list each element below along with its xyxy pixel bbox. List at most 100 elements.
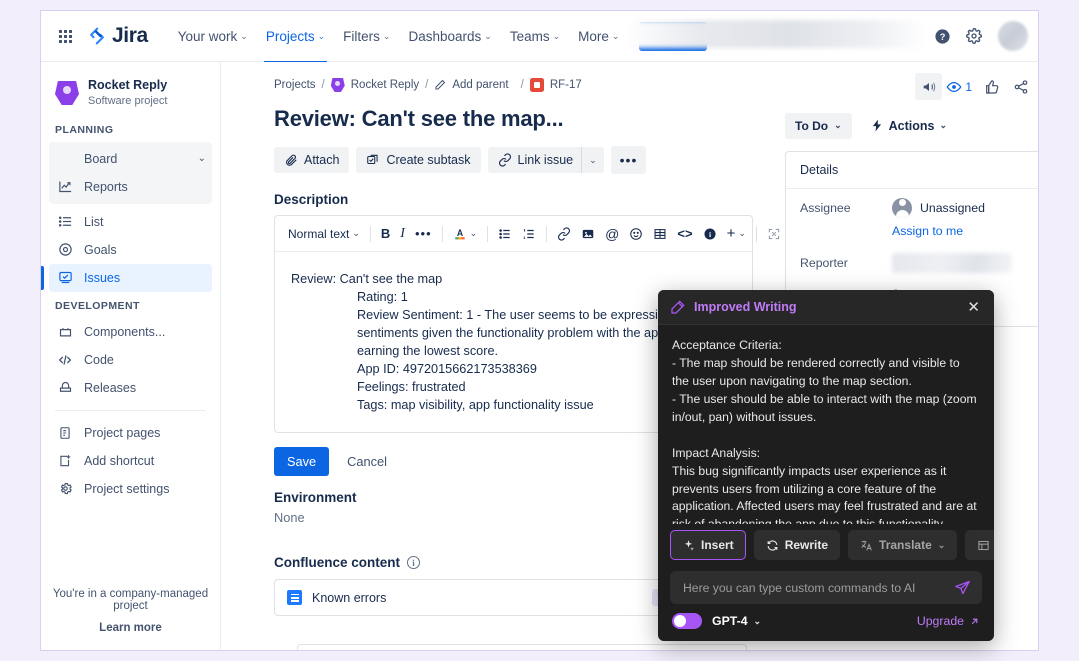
insert-button[interactable]: Insert [670,530,746,560]
reporter-value[interactable] [892,253,1012,273]
cancel-button[interactable]: Cancel [337,447,397,476]
create-subtask-button[interactable]: Create subtask [356,147,481,173]
help-icon[interactable]: ? [928,22,956,50]
sidebar-item-project-pages[interactable]: Project pages [49,419,212,447]
nav-filters[interactable]: Filters ⌄ [335,23,398,50]
sidebar-item-code[interactable]: Code [49,346,212,374]
status-badge[interactable]: To Do ⌄ [785,112,852,139]
link-button[interactable] [552,223,576,245]
sidebar-item-issues[interactable]: Issues [41,263,212,292]
bullet-list-icon [498,227,512,241]
sidebar-item-goals[interactable]: Goals [49,236,212,264]
jira-home-logo[interactable]: Jira [83,22,152,50]
close-icon[interactable]: ✕ [965,300,982,315]
add-comment-row: RL Add a comment... Pro tip: press M to … [258,644,1038,650]
assign-to-me-link[interactable]: Assign to me [892,224,963,238]
translate-button[interactable]: Translate ⌄ [848,530,958,560]
templates-button[interactable]: Templates ⌄ [965,530,994,560]
pages-icon [57,425,73,441]
issue-details-panel: 1 ••• To Do ⌄ Actions ⌄ [785,73,1038,327]
sidebar-item-releases[interactable]: Releases [49,374,212,402]
bold-button[interactable]: B [376,222,395,245]
breadcrumb-project[interactable]: Rocket Reply [351,79,419,91]
nav-teams[interactable]: Teams ⌄ [502,23,568,50]
more-formatting-button[interactable]: ••• [410,222,437,245]
releases-icon [57,380,73,396]
settings-icon[interactable] [960,22,988,50]
sidebar-item-code-label: Code [84,352,114,367]
text-style-dropdown[interactable]: Normal text ⌄ [283,223,365,245]
toolbar-divider [369,225,371,242]
italic-button[interactable]: I [395,222,410,246]
share-icon[interactable] [1007,73,1034,100]
global-search-field[interactable] [626,20,926,48]
rewrite-button[interactable]: Rewrite [753,530,841,560]
ai-command-input[interactable] [681,579,954,596]
link-issue-button[interactable]: Link issue [487,147,582,173]
toolbar-divider [546,225,548,242]
actions-button[interactable]: Actions ⌄ [864,112,953,139]
nav-more[interactable]: More ⌄ [570,23,627,50]
thumbs-up-icon[interactable] [978,73,1005,100]
fullscreen-button[interactable] [762,223,786,245]
breadcrumb-projects[interactable]: Projects [274,79,316,91]
sidebar-item-reports-label: Reports [84,179,128,194]
model-selector[interactable]: GPT-4 ⌄ [712,614,761,628]
save-button[interactable]: Save [274,447,330,477]
assignee-value[interactable]: Unassigned [892,198,1038,218]
chevron-down-icon: ⌄ [469,228,478,238]
link-issue-dropdown-button[interactable]: ⌄ [581,147,604,173]
upgrade-link[interactable]: Upgrade [917,614,980,628]
mention-button[interactable]: @ [600,222,624,246]
sidebar-item-list-label: List [84,214,104,229]
emoji-button[interactable] [624,223,648,245]
issue-more-actions-button[interactable]: ••• [610,146,647,174]
confluence-page-icon [287,590,302,606]
nav-projects[interactable]: Projects ⌄ [258,23,333,63]
comment-input[interactable]: Add a comment... [297,644,747,650]
info-panel-button[interactable]: i [698,223,722,245]
info-icon[interactable]: i [407,556,421,570]
expand-icon [767,227,781,241]
table-button[interactable] [648,223,672,245]
bullet-list-button[interactable] [493,223,517,245]
details-card-header[interactable]: Details ⌃ [786,152,1038,189]
text-color-button[interactable]: A ⌄ [448,222,483,245]
code-icon [57,352,73,368]
svg-text:A: A [456,228,463,238]
project-header[interactable]: Rocket Reply Software project [49,76,212,108]
learn-more-link[interactable]: Learn more [41,622,220,634]
pencil-icon [434,79,446,91]
chevron-down-icon: ⌄ [197,153,206,165]
sidebar-item-reports[interactable]: Reports [49,173,212,201]
confluence-heading-label: Confluence content [274,555,401,571]
sidebar-item-project-settings[interactable]: Project settings [49,475,212,503]
user-avatar[interactable] [998,21,1028,51]
breadcrumb-add-parent[interactable]: Add parent [452,79,508,91]
image-button[interactable] [576,223,600,245]
chevron-down-icon: ⌄ [552,30,561,41]
chevron-down-icon: ⌄ [611,30,620,41]
chevron-down-icon: ⌄ [352,228,360,238]
sidebar-item-board[interactable]: Board ⌄ [49,145,212,173]
sidebar-item-components[interactable]: Components... [49,318,212,346]
send-icon[interactable] [954,579,971,596]
numbered-list-button[interactable] [517,223,541,245]
details-heading-label: Details [800,163,839,177]
description-line: Review: Can't see the map [291,272,443,286]
megaphone-icon[interactable] [915,73,943,100]
sidebar-item-list[interactable]: List [49,208,212,236]
ai-enable-toggle[interactable] [672,613,702,629]
nav-dashboards[interactable]: Dashboards ⌄ [400,23,499,50]
code-button[interactable]: <> [672,222,697,245]
app-switcher-button[interactable] [53,24,77,48]
breadcrumb-issue-key[interactable]: RF-17 [550,79,582,91]
more-icon[interactable]: ••• [1036,73,1038,100]
sidebar-item-add-shortcut[interactable]: Add shortcut [49,447,212,475]
watchers-button[interactable]: 1 [944,73,976,100]
project-type: Software project [88,94,168,107]
nav-your-work[interactable]: Your work ⌄ [170,23,256,50]
insert-more-button[interactable]: + ⌄ [722,221,751,246]
attach-button[interactable]: Attach [274,147,350,173]
app-switcher-icon [58,29,72,43]
